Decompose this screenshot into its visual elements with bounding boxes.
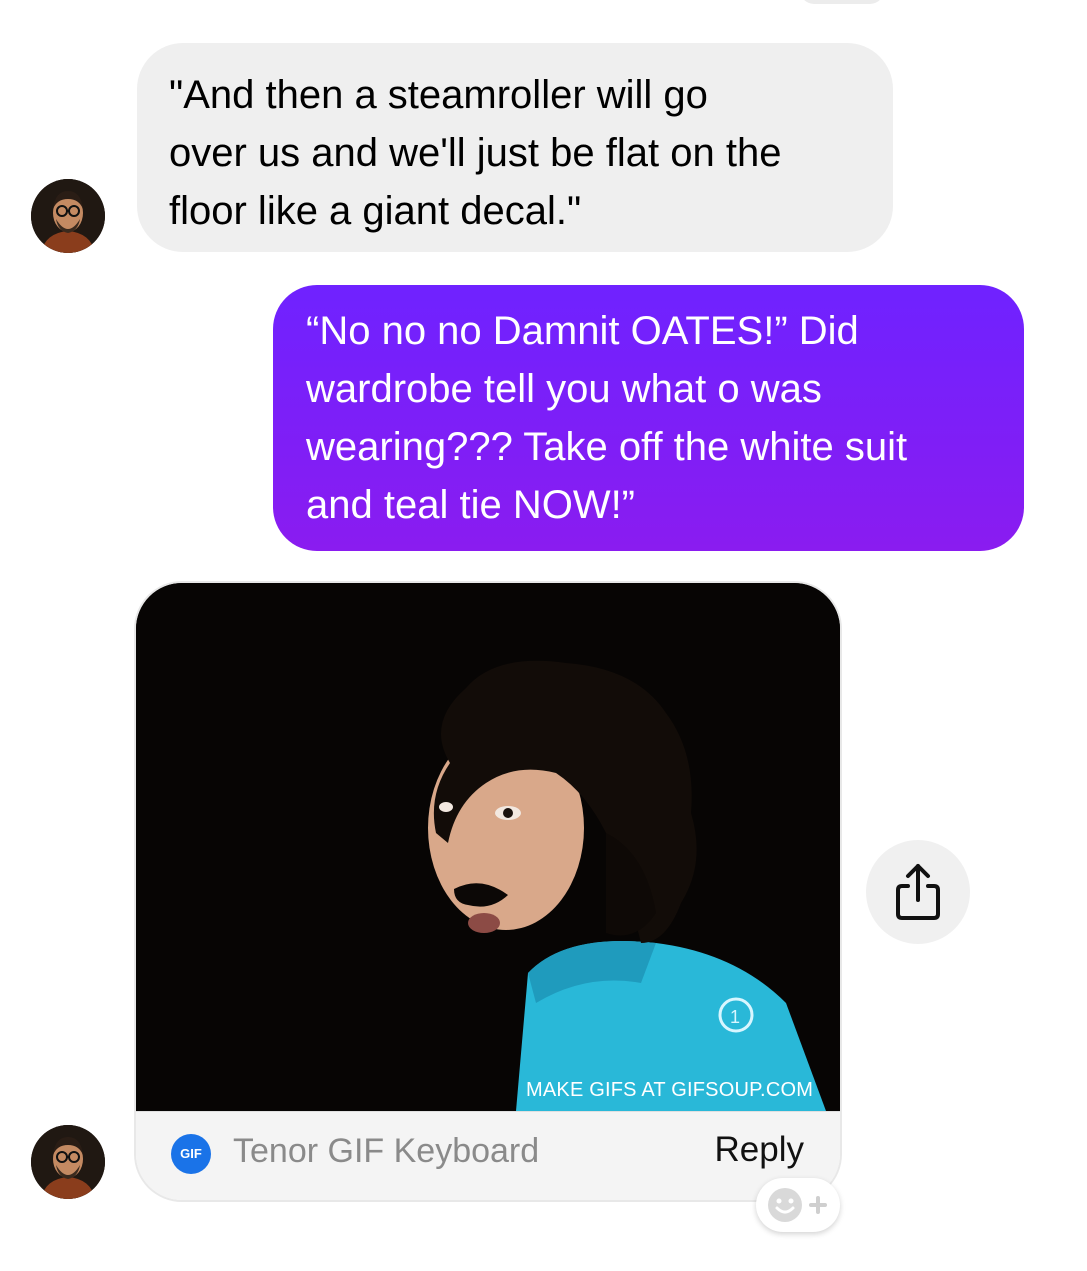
share-button[interactable] <box>866 840 970 944</box>
gif-source-label[interactable]: Tenor GIF Keyboard <box>233 1132 539 1171</box>
avatar-image <box>31 179 105 253</box>
reply-button[interactable]: Reply <box>715 1130 804 1170</box>
gif-message-card[interactable]: 1 MAKE GIFS AT GIFSOUP.COM GIF Tenor GIF… <box>136 583 840 1200</box>
svg-text:1: 1 <box>730 1007 740 1027</box>
outgoing-message-bubble[interactable]: “No no no Damnit OATES!” Did wardrobe te… <box>273 285 1024 551</box>
gif-watermark: MAKE GIFS AT GIFSOUP.COM <box>526 1079 814 1101</box>
share-icon <box>896 864 940 920</box>
gif-image[interactable]: 1 MAKE GIFS AT GIFSOUP.COM <box>136 583 840 1111</box>
add-reaction-button[interactable] <box>756 1178 840 1232</box>
tenor-logo-icon: GIF <box>171 1134 211 1174</box>
add-reaction-icon <box>768 1188 827 1222</box>
avatar-image <box>31 1125 105 1199</box>
gif-frame-illustration: 1 <box>136 583 840 1111</box>
avatar[interactable] <box>31 179 105 253</box>
incoming-message-bubble[interactable]: "And then a steamroller will go over us … <box>137 43 893 252</box>
previous-message-edge <box>800 0 884 4</box>
gif-attribution-bar: GIF Tenor GIF Keyboard Reply <box>136 1111 840 1200</box>
avatar[interactable] <box>31 1125 105 1199</box>
